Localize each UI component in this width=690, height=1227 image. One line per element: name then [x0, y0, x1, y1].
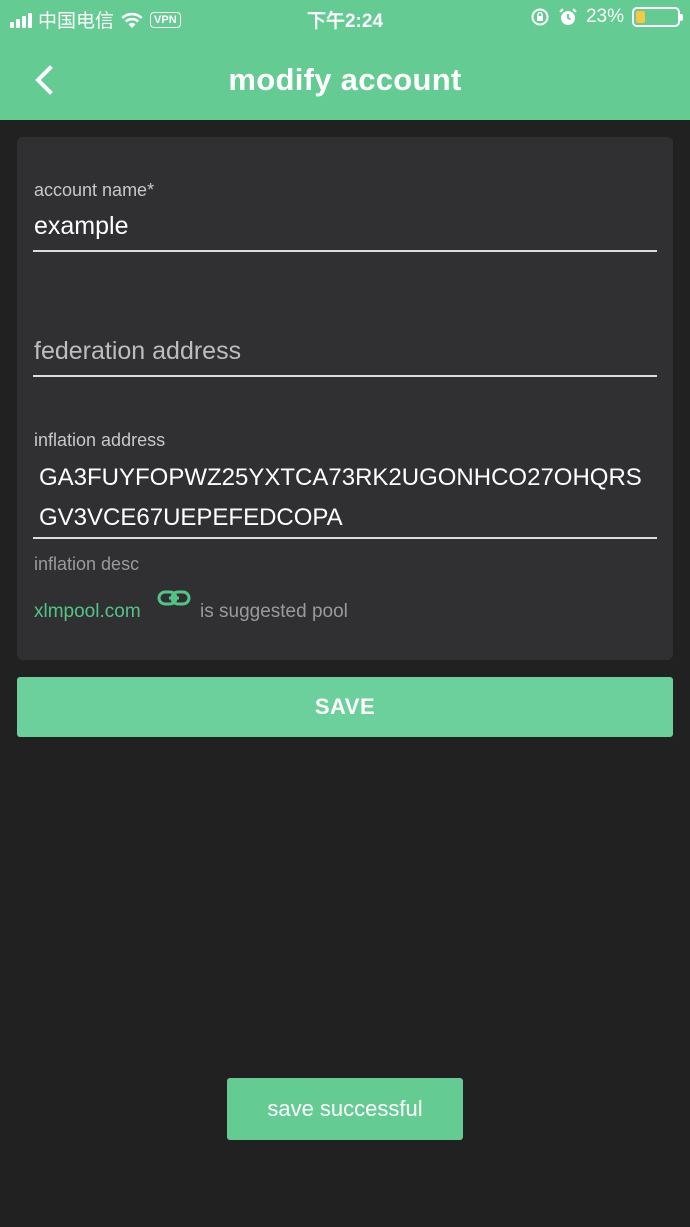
alarm-icon: [559, 8, 577, 25]
pool-link[interactable]: xlmpool.com: [34, 601, 141, 623]
account-name-underline: [33, 250, 657, 252]
nav-bar: modify account: [0, 40, 690, 120]
account-form-card: account name* example federation address…: [17, 137, 673, 660]
inflation-desc-label: inflation desc: [34, 554, 140, 574]
inflation-address-label: inflation address: [34, 430, 166, 450]
inflation-address-underline: [33, 537, 657, 539]
link-icon[interactable]: [157, 589, 191, 609]
federation-address-underline: [33, 375, 657, 377]
save-successful-toast: save successful: [227, 1078, 463, 1140]
battery-percent: 23%: [585, 6, 624, 27]
save-button[interactable]: SAVE: [17, 677, 673, 737]
pool-suggestion-text: is suggested pool: [200, 601, 348, 622]
battery-fill: [636, 11, 645, 23]
battery-icon: [632, 7, 683, 27]
status-right: 23%: [530, 6, 683, 28]
top-bar: 中国电信 VPN 下午2:24 23% modify account: [0, 0, 690, 120]
rotation-lock-icon: [531, 8, 549, 26]
account-name-input[interactable]: example: [34, 212, 129, 241]
inflation-address-input[interactable]: GA3FUYFOPWZ25YXTCA73RK2UGONHCO27OHQRSGV3…: [39, 458, 659, 538]
status-bar: 中国电信 VPN 下午2:24 23%: [0, 0, 690, 36]
page-title: modify account: [228, 62, 462, 97]
account-name-label: account name*: [34, 180, 155, 200]
suggested-pool-row: xlmpool.com is suggested pool: [34, 589, 654, 625]
federation-address-input[interactable]: federation address: [34, 337, 241, 366]
